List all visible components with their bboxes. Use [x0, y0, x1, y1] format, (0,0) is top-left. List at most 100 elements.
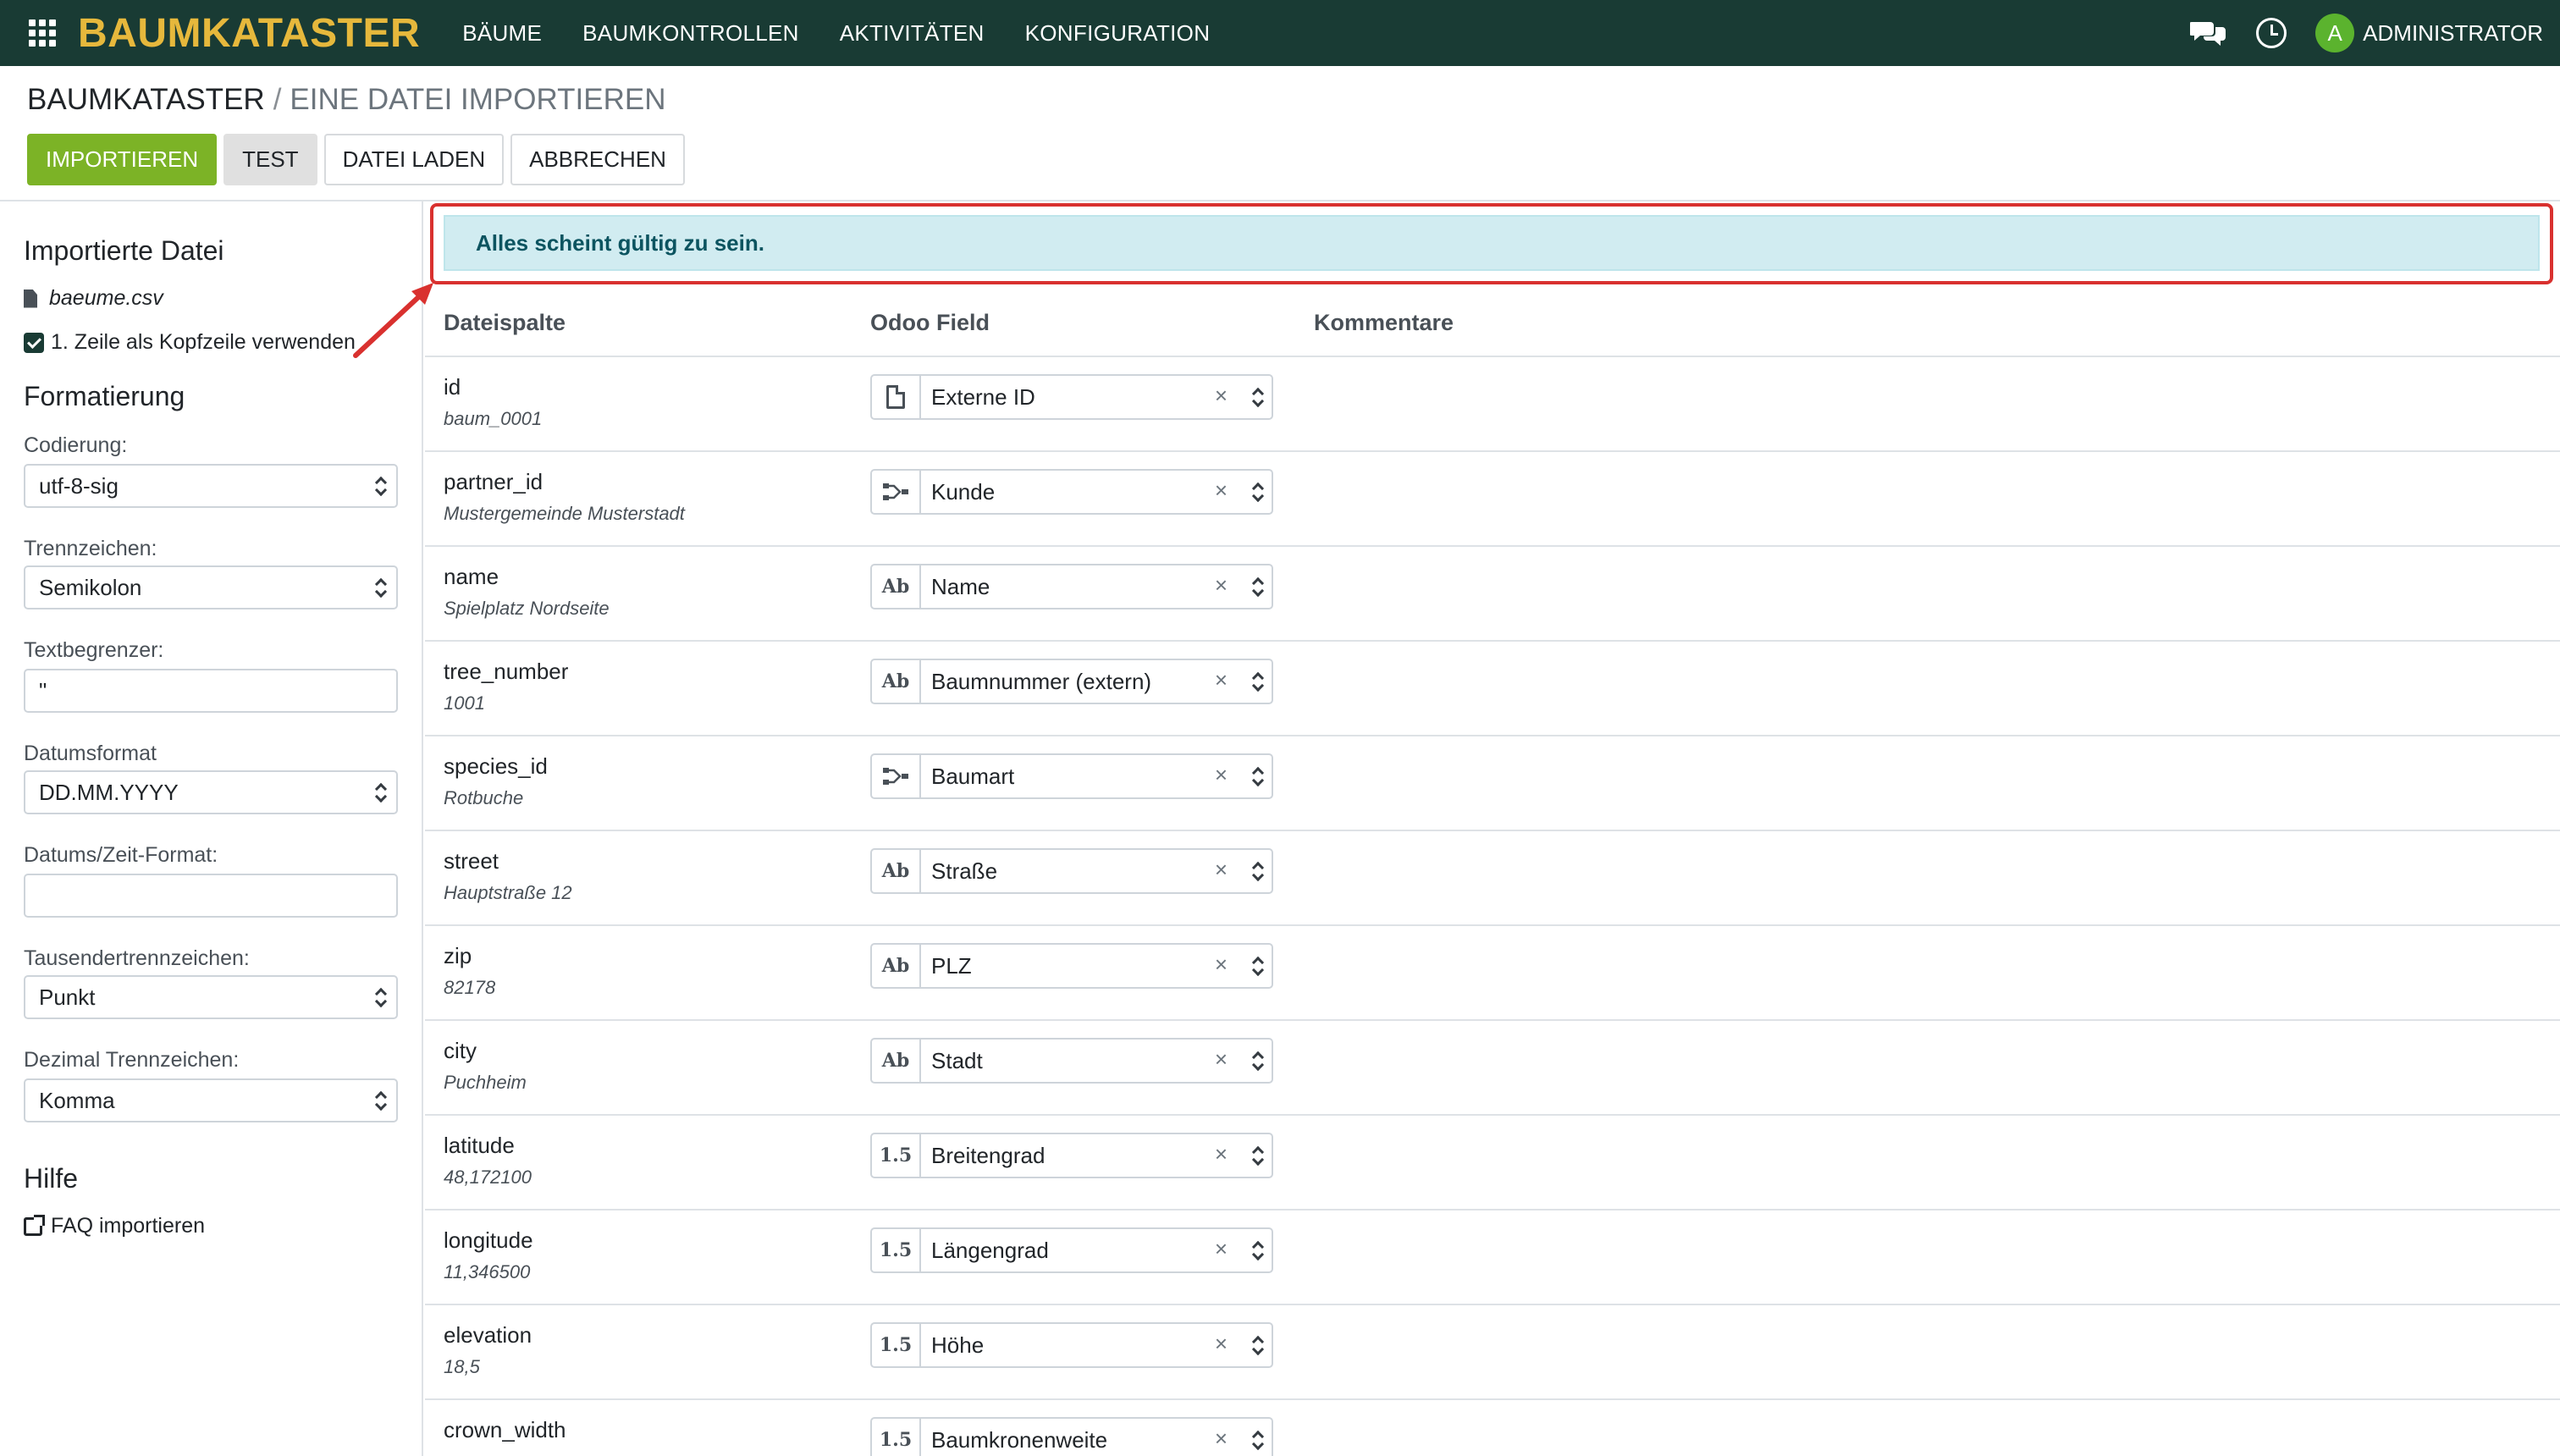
- mapping-table-header: Dateispalte Odoo Field Kommentare: [425, 286, 2560, 357]
- header-row-label[interactable]: 1. Zeile als Kopfzeile verwenden: [51, 330, 356, 355]
- select-caret-icon[interactable]: [1251, 1239, 1263, 1263]
- load-file-button[interactable]: DATEI LADEN: [323, 134, 505, 185]
- encoding-value: utf-8-sig: [39, 472, 119, 499]
- imported-filename: baeume.csv: [24, 286, 163, 311]
- menu-aktivitaeten[interactable]: AKTIVITÄTEN: [840, 20, 985, 47]
- thousands-separator-select[interactable]: Punkt: [24, 975, 398, 1019]
- breadcrumb-root[interactable]: BAUMKATASTER: [27, 83, 265, 116]
- cancel-button[interactable]: ABBRECHEN: [510, 134, 685, 185]
- select-caret-icon[interactable]: [1251, 1050, 1263, 1073]
- breadcrumb: BAUMKATASTER / EINE DATEI IMPORTIEREN: [27, 83, 665, 117]
- encoding-select[interactable]: utf-8-sig: [24, 464, 398, 508]
- import-button[interactable]: IMPORTIEREN: [27, 134, 218, 185]
- faq-link-label[interactable]: FAQ importieren: [51, 1214, 205, 1238]
- clear-icon[interactable]: ×: [1215, 667, 1228, 693]
- select-caret-icon: [374, 1089, 386, 1113]
- select-caret-icon: [374, 986, 386, 1010]
- datetime-format-input[interactable]: [24, 874, 398, 918]
- thousands-separator-label: Tausendertrennzeichen:: [24, 946, 250, 970]
- odoo-field-select[interactable]: Baumart ×: [870, 753, 1273, 799]
- avatar[interactable]: A: [2315, 14, 2355, 52]
- select-caret-icon[interactable]: [1251, 860, 1263, 884]
- column-sample-value: 11,346500: [444, 1261, 531, 1282]
- highlight-box: [430, 203, 2553, 284]
- mapping-row: city Puchheim Ab Stadt ×: [425, 1021, 2560, 1116]
- mapping-row: species_id Rotbuche Baumart ×: [425, 736, 2560, 831]
- clear-icon[interactable]: ×: [1215, 1236, 1228, 1262]
- apps-grid-icon[interactable]: [27, 18, 58, 48]
- select-caret-icon[interactable]: [1251, 481, 1263, 505]
- odoo-field-select[interactable]: Kunde ×: [870, 469, 1273, 515]
- odoo-field-select[interactable]: 1.5 Höhe ×: [870, 1322, 1273, 1368]
- filename-label: baeume.csv: [49, 286, 163, 310]
- activity-clock-icon[interactable]: [2256, 18, 2287, 48]
- odoo-field-select[interactable]: Ab PLZ ×: [870, 943, 1273, 989]
- select-caret-icon[interactable]: [1251, 576, 1263, 599]
- odoo-field-value: Längengrad: [931, 1237, 1049, 1263]
- field-type-badge: 1.5: [872, 1134, 921, 1177]
- clear-icon[interactable]: ×: [1215, 572, 1228, 598]
- header-row-checkbox[interactable]: 1. Zeile als Kopfzeile verwenden: [24, 330, 356, 355]
- menu-konfiguration[interactable]: KONFIGURATION: [1025, 20, 1211, 47]
- datetime-format-label: Datums/Zeit-Format:: [24, 843, 218, 867]
- clear-icon[interactable]: ×: [1215, 383, 1228, 409]
- app-brand[interactable]: BAUMKATASTER: [78, 10, 420, 57]
- select-caret-icon[interactable]: [1251, 765, 1263, 789]
- column-header-comments: Kommentare: [1314, 310, 1454, 335]
- test-button[interactable]: TEST: [223, 134, 317, 185]
- clear-icon[interactable]: ×: [1215, 1331, 1228, 1357]
- clear-icon[interactable]: ×: [1215, 1046, 1228, 1073]
- select-caret-icon[interactable]: [1251, 1334, 1263, 1358]
- mapping-row: partner_id Mustergemeinde Musterstadt Kund…: [425, 452, 2560, 547]
- clear-icon[interactable]: ×: [1215, 951, 1228, 978]
- odoo-field-select[interactable]: 1.5 Breitengrad ×: [870, 1133, 1273, 1178]
- odoo-field-value: Kunde: [931, 478, 996, 505]
- clear-icon[interactable]: ×: [1215, 857, 1228, 883]
- column-name: elevation: [444, 1322, 532, 1348]
- quote-input[interactable]: ": [24, 669, 398, 713]
- separator-select[interactable]: Semikolon: [24, 565, 398, 609]
- field-type-badge: [872, 755, 921, 797]
- clear-icon[interactable]: ×: [1215, 1426, 1228, 1452]
- odoo-field-select[interactable]: Ab Straße ×: [870, 848, 1273, 894]
- date-format-select[interactable]: DD.MM.YYYY: [24, 770, 398, 814]
- help-title: Hilfe: [24, 1163, 79, 1194]
- date-format-label: Datumsformat: [24, 742, 157, 765]
- checkbox-checked-icon[interactable]: [24, 332, 44, 353]
- column-name: name: [444, 564, 499, 589]
- menu-baumkontrollen[interactable]: BAUMKONTROLLEN: [582, 20, 799, 47]
- mapping-row: crown_width 1.5 Baumkronenweite ×: [425, 1400, 2560, 1456]
- clear-icon[interactable]: ×: [1215, 1141, 1228, 1167]
- select-caret-icon[interactable]: [1251, 1144, 1263, 1168]
- column-name: zip: [444, 943, 472, 968]
- clear-icon[interactable]: ×: [1215, 477, 1228, 504]
- odoo-field-select[interactable]: 1.5 Längengrad ×: [870, 1227, 1273, 1273]
- odoo-field-select[interactable]: Ab Name ×: [870, 564, 1273, 609]
- field-type-badge: Ab: [872, 1040, 921, 1082]
- chat-icon[interactable]: [2190, 19, 2227, 47]
- odoo-field-value: Externe ID: [931, 383, 1035, 410]
- faq-link[interactable]: FAQ importieren: [24, 1214, 205, 1238]
- odoo-field-select[interactable]: Ab Baumnummer (extern) ×: [870, 659, 1273, 704]
- decimal-separator-select[interactable]: Komma: [24, 1078, 398, 1122]
- odoo-field-value: Baumkronenweite: [931, 1426, 1108, 1453]
- menu-baeume[interactable]: BÄUME: [462, 20, 542, 47]
- select-caret-icon: [374, 576, 386, 600]
- clear-icon[interactable]: ×: [1215, 762, 1228, 788]
- thousands-separator-value: Punkt: [39, 984, 96, 1010]
- text-field-icon: Ab: [881, 955, 910, 977]
- select-caret-icon[interactable]: [1251, 670, 1263, 694]
- select-caret-icon[interactable]: [1251, 955, 1263, 979]
- select-caret-icon[interactable]: [1251, 1429, 1263, 1453]
- odoo-field-select[interactable]: Ab Stadt ×: [870, 1038, 1273, 1084]
- decimal-separator-label: Dezimal Trennzeichen:: [24, 1048, 240, 1072]
- select-caret-icon[interactable]: [1251, 386, 1263, 410]
- odoo-field-value: Höhe: [931, 1332, 985, 1358]
- odoo-field-select[interactable]: Externe ID ×: [870, 374, 1273, 420]
- app: BAUMKATASTER BÄUME BAUMKONTROLLEN AKTIVI…: [0, 0, 2560, 1456]
- column-name: street: [444, 848, 499, 874]
- user-menu[interactable]: ADMINISTRATOR: [2363, 20, 2543, 47]
- main-menu: BÄUME BAUMKONTROLLEN AKTIVITÄTEN KONFIGU…: [462, 20, 1250, 47]
- field-type-badge: 1.5: [872, 1419, 921, 1456]
- odoo-field-select[interactable]: 1.5 Baumkronenweite ×: [870, 1417, 1273, 1456]
